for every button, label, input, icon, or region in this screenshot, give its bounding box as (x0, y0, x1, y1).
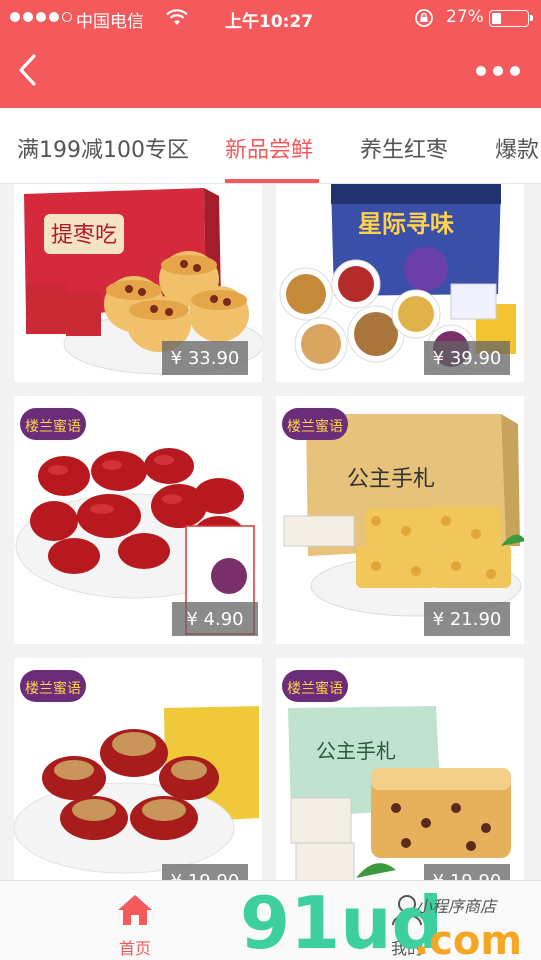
active-tab-indicator (225, 179, 319, 183)
box-text: 星际寻味 (358, 210, 454, 238)
box-text: 公主手札 (347, 467, 435, 492)
clock: 上午10:27 (225, 12, 314, 32)
chevron-left-icon (19, 54, 36, 86)
svg-text:楼兰蜜语: 楼兰蜜语 (287, 681, 343, 697)
svg-text:楼兰蜜语: 楼兰蜜语 (287, 419, 343, 435)
product-card[interactable]: 星际寻味 ¥ 39.90 (276, 184, 524, 382)
carrier-name: 中国电信 (76, 12, 144, 32)
tab-new-arrivals[interactable]: 新品尝鲜 (225, 132, 313, 164)
product-card[interactable]: 楼兰蜜语 ¥ 4.90 (14, 396, 262, 644)
rotation-lock-icon (415, 9, 433, 27)
more-dot (493, 66, 503, 76)
app-header: 中国电信 上午10:27 27% (0, 0, 541, 108)
nav-mine[interactable]: 我的 (380, 893, 434, 959)
product-card[interactable]: 提枣吃 ¥ 33.90 (14, 184, 262, 382)
product-card[interactable]: 楼兰蜜语 ¥ 19.90 (14, 658, 262, 880)
battery-icon (489, 10, 533, 27)
home-icon (118, 895, 152, 925)
user-icon (392, 895, 422, 926)
price-tag: ¥ 19.90 (424, 864, 510, 880)
more-dot (476, 66, 486, 76)
product-card[interactable]: 公主手札 楼兰蜜语 ¥ 19.90 (276, 658, 524, 880)
bottom-navigation: 首页 我的 (0, 880, 541, 960)
brand-logo: 楼兰蜜语 (20, 408, 86, 440)
price-tag: ¥ 39.90 (424, 341, 510, 375)
category-tabs: 满199减100专区 新品尝鲜 养生红枣 爆款 (0, 108, 541, 184)
more-dot (510, 66, 520, 76)
svg-text:楼兰蜜语: 楼兰蜜语 (25, 419, 81, 435)
price-tag: ¥ 19.90 (162, 864, 248, 880)
box-text: 提枣吃 (51, 223, 117, 248)
battery-percent: 27% (446, 7, 484, 27)
nav-home-label: 首页 (118, 939, 151, 958)
svg-text:楼兰蜜语: 楼兰蜜语 (25, 681, 81, 697)
tab-hot-items[interactable]: 爆款 (495, 132, 539, 164)
back-button[interactable] (14, 52, 44, 88)
price-tag: ¥ 4.90 (172, 602, 258, 636)
brand-logo: 楼兰蜜语 (282, 670, 348, 702)
brand-logo: 楼兰蜜语 (20, 670, 86, 702)
product-card[interactable]: 公主手札 楼兰蜜语 ¥ 21.90 (276, 396, 524, 644)
box-text: 公主手札 (316, 739, 396, 763)
tab-red-dates[interactable]: 养生红枣 (360, 132, 448, 164)
price-tag: ¥ 21.90 (424, 602, 510, 636)
tab-full-reduction[interactable]: 满199减100专区 (17, 132, 189, 164)
more-options-button[interactable] (476, 60, 524, 82)
signal-strength-icon (10, 12, 72, 22)
wifi-icon (166, 9, 188, 25)
product-grid: 提枣吃 ¥ 33.90 星际寻味 ¥ 39.90 楼兰蜜语 ¥ 4.90 公主手… (0, 184, 541, 880)
price-tag: ¥ 33.90 (162, 341, 248, 375)
status-bar: 中国电信 上午10:27 27% (0, 0, 541, 36)
nav-mine-label: 我的 (390, 939, 423, 958)
brand-logo: 楼兰蜜语 (282, 408, 348, 440)
nav-home[interactable]: 首页 (108, 893, 162, 959)
